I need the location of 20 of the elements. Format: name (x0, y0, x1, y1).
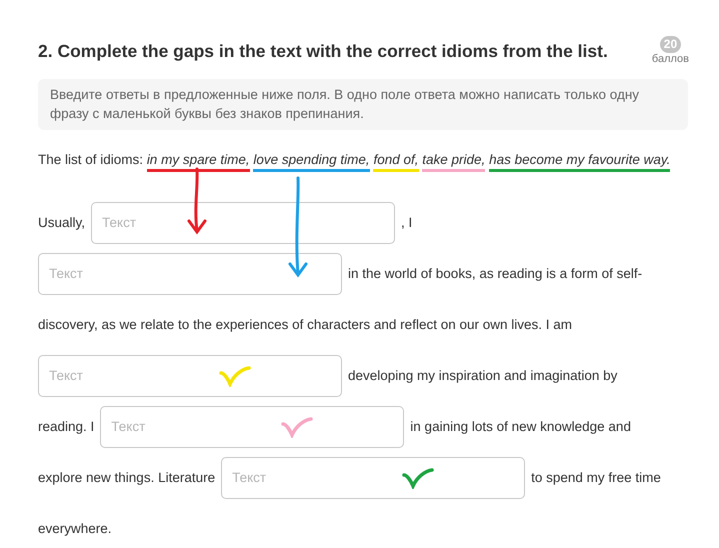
passage-text: to spend my free time (531, 470, 661, 485)
question-title: 2. Complete the gaps in the text with the correct idioms from the list. (38, 41, 608, 62)
passage-text: everywhere. (38, 521, 112, 536)
passage-text: Usually, (38, 215, 86, 230)
passage-text: discovery, as we relate to the experiences of characters and reflect on our own lives. I am (38, 317, 572, 332)
points-badge: 20 (660, 36, 682, 53)
passage-text: , I (401, 215, 412, 230)
passage-text: in gaining lots of new knowledge and (410, 419, 631, 434)
passage-text: developing my inspiration and imagination by (348, 368, 618, 383)
input-field[interactable]: Текст (221, 456, 526, 498)
idiom-list: The list of idioms: in my spare time, love spending time, fond of, take pride, has become my favourite way. (38, 150, 688, 169)
input-field[interactable]: Текст (38, 252, 342, 294)
input-field[interactable]: Текст (91, 202, 396, 244)
points-label: баллов (652, 53, 689, 65)
instruction-text: Введите ответы в предложенные ниже поля. В одно поле ответа можно написать только одну фразу с маленькой буквы без знаков препинания. (38, 79, 688, 130)
passage-text: in the world of books, as reading is a form of self- (348, 266, 642, 281)
passage-text: explore new things. Literature (38, 470, 216, 485)
input-field[interactable]: Текст (38, 354, 342, 396)
passage-text: reading. I (38, 419, 94, 434)
input-field[interactable]: Текст (100, 406, 404, 448)
